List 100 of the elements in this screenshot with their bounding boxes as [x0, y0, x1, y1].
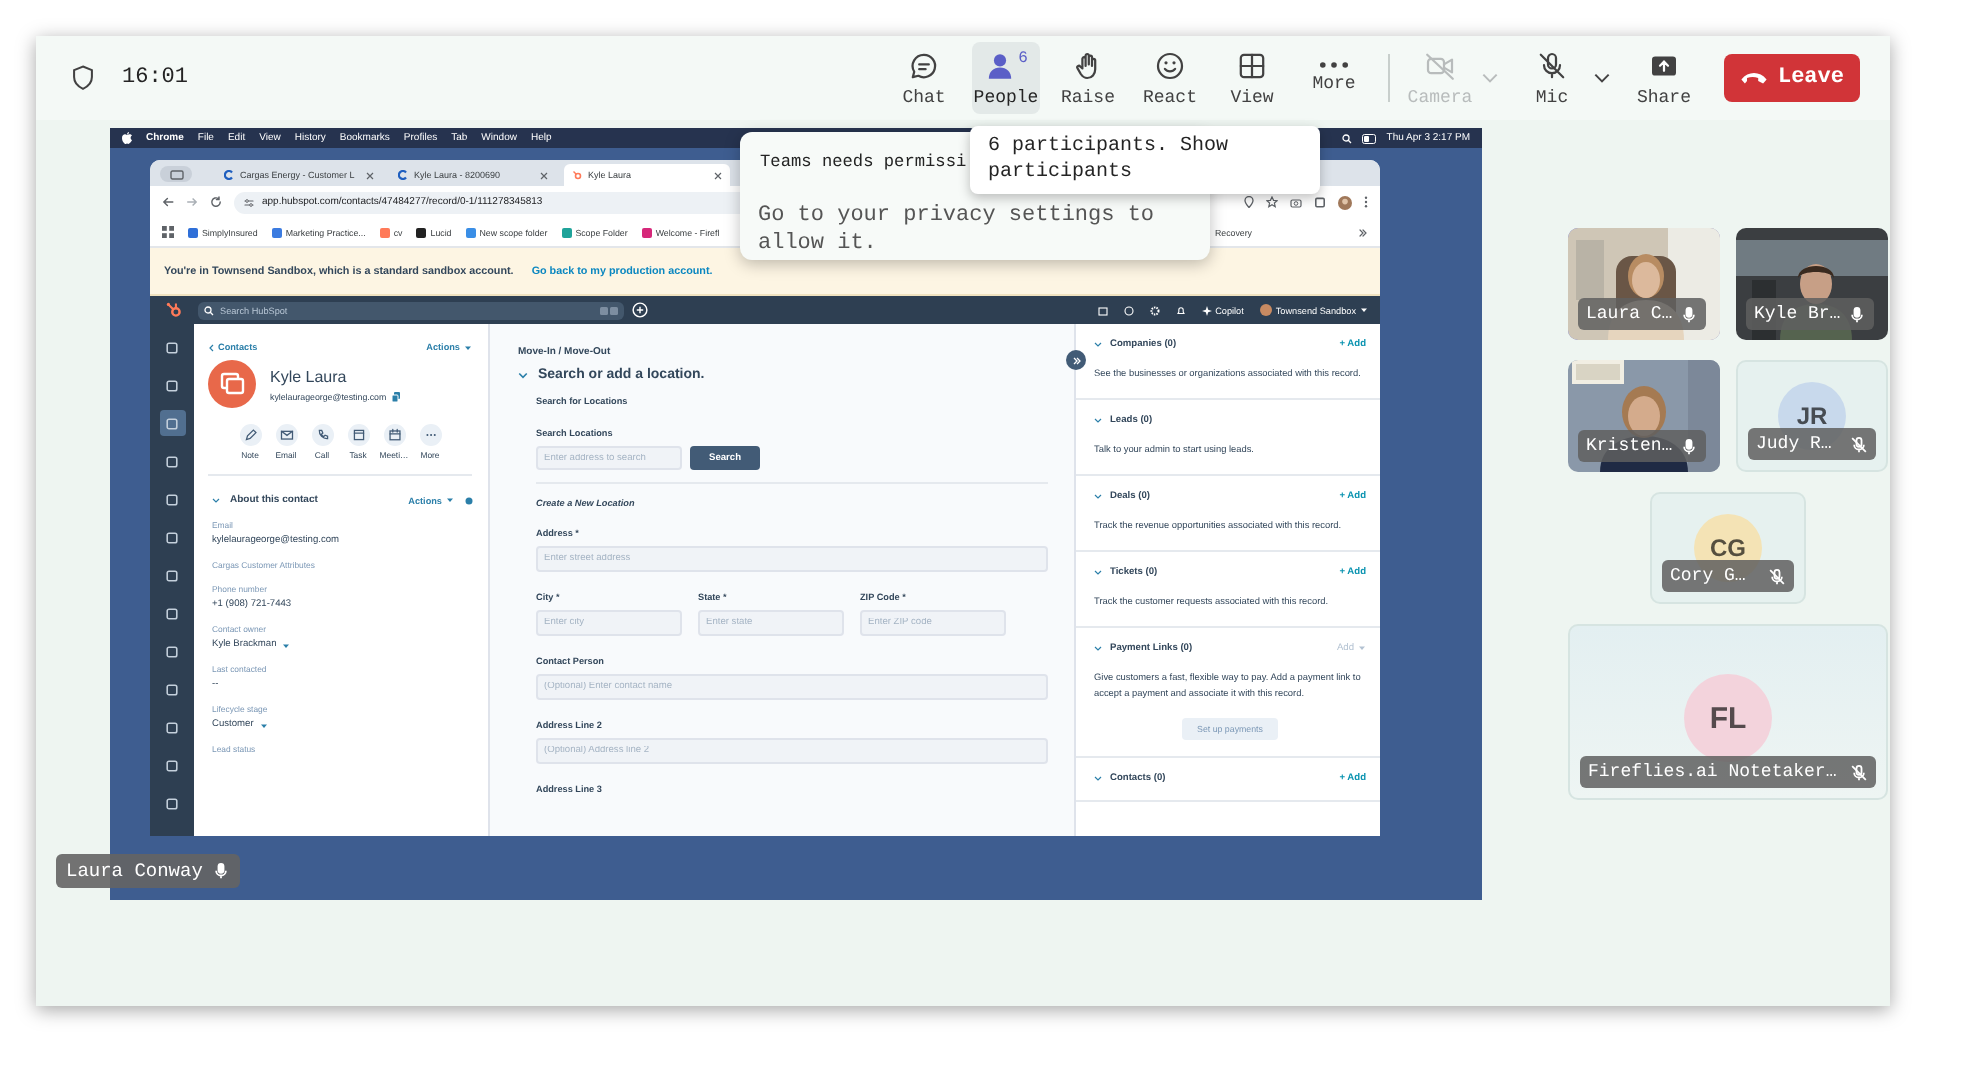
avatar-icon: [1338, 195, 1352, 209]
react-button[interactable]: React: [1136, 42, 1204, 114]
reload-icon: [210, 196, 222, 208]
mic-icon: [212, 862, 231, 880]
initials-avatar: FL: [1684, 674, 1772, 762]
chevrons-icon: [1358, 227, 1368, 237]
square-icon: [166, 759, 178, 771]
tab-list-button[interactable]: [160, 166, 192, 182]
sparkle-icon: [1201, 305, 1212, 315]
favicon-icon: [416, 227, 427, 237]
shortcut-icon: [600, 305, 618, 315]
share-button[interactable]: Share: [1630, 42, 1698, 114]
envelope-icon: [275, 424, 297, 446]
person-icon: [984, 49, 1017, 81]
puzzle-icon: [1314, 196, 1326, 208]
participant-name: Fireflies.ai Notetaker…: [1588, 762, 1837, 782]
square-icon: [166, 493, 178, 505]
people-button[interactable]: 6 People: [972, 42, 1040, 114]
camera-off-icon: [1424, 49, 1456, 81]
chevron-icon: [208, 343, 214, 351]
calendar-icon: [383, 424, 405, 446]
search-icon: [204, 305, 214, 315]
chevrons-icon: [1071, 355, 1081, 365]
square-icon: [166, 341, 178, 353]
tabs-icon: [169, 169, 183, 179]
sprocket-icon: [572, 170, 582, 180]
plus-icon: [632, 302, 648, 318]
more-button[interactable]: More: [1300, 42, 1368, 114]
square-icon: [166, 645, 178, 657]
chevron-icon: [1094, 342, 1102, 348]
chevron-icon: [1094, 645, 1102, 652]
chevron-icon: [1094, 493, 1102, 500]
participant-name: Kyle Br…: [1754, 304, 1841, 324]
chat-button[interactable]: Chat: [890, 42, 958, 114]
bell-icon: [1175, 305, 1186, 315]
back-icon: [162, 196, 174, 208]
square-icon: [166, 379, 178, 391]
square-icon: [166, 455, 178, 467]
chevron-icon: [1094, 569, 1102, 576]
chat-icon: [908, 49, 940, 81]
help-icon: [1123, 305, 1134, 315]
nav-item[interactable]: [159, 410, 185, 436]
favicon-icon: [271, 227, 282, 237]
grid-icon: [1236, 49, 1268, 81]
pencil-icon: [239, 424, 261, 446]
caret-icon: [1360, 306, 1368, 314]
more-icon: [419, 424, 441, 446]
apps-icon: [162, 226, 174, 238]
chevron-icon: [1094, 417, 1102, 424]
participant-name: Laura C…: [1586, 304, 1673, 324]
chevron-icon: [212, 497, 220, 503]
contact-name: Kyle Laura: [270, 367, 349, 385]
calendar-icon: [1097, 305, 1108, 315]
caret-icon: [446, 496, 454, 504]
square-icon: [347, 424, 369, 446]
participant-count: 6: [1018, 49, 1028, 67]
view-button[interactable]: View: [1218, 42, 1286, 114]
participant-name: Kristen…: [1586, 436, 1673, 456]
mic-button[interactable]: Mic: [1518, 42, 1586, 114]
c-logo-icon: [224, 170, 234, 180]
phone-icon: [1739, 68, 1768, 88]
favicon-icon: [561, 227, 572, 237]
site-info-icon: [244, 197, 254, 207]
search-icon: [1342, 133, 1353, 143]
camera-icon: [1290, 197, 1302, 207]
gear-icon: [464, 495, 474, 505]
favicon-icon: [465, 227, 476, 237]
caret-icon: [282, 641, 291, 649]
raise-button[interactable]: Raise: [1054, 42, 1122, 114]
company-avatar-icon: [208, 360, 256, 408]
close-icon: [366, 171, 374, 179]
leave-button[interactable]: Leave: [1724, 54, 1860, 102]
tooltip-text: 6 participants. Show participants: [988, 136, 1229, 184]
close-icon: [714, 171, 722, 179]
pin-icon: [1244, 196, 1254, 208]
square-icon: [166, 721, 178, 733]
meeting-timer: 16:01: [122, 66, 189, 90]
square-icon: [166, 607, 178, 619]
caret-icon: [1479, 68, 1499, 88]
more-icon: [1320, 62, 1348, 68]
toggle-icon: [1362, 133, 1377, 143]
favicon-icon: [641, 227, 652, 237]
square-icon: [166, 417, 178, 429]
mic-off-icon: [1536, 49, 1568, 81]
square-icon: [166, 569, 178, 581]
favicon-icon: [379, 227, 390, 237]
square-icon: [166, 797, 178, 809]
caret-icon: [1591, 68, 1611, 88]
smiley-icon: [1154, 49, 1186, 81]
square-icon: [166, 683, 178, 695]
close-icon: [540, 171, 548, 179]
presenter-name: Laura Conway: [66, 860, 203, 882]
chevron-icon: [518, 371, 528, 379]
popup-title: Teams needs permissi: [760, 152, 967, 174]
star-icon: [1266, 196, 1278, 208]
caret-icon: [259, 721, 268, 729]
square-icon: [166, 531, 178, 543]
avatar-icon: [1259, 304, 1272, 316]
sprocket-icon: [166, 302, 182, 318]
phone-icon: [311, 424, 333, 446]
